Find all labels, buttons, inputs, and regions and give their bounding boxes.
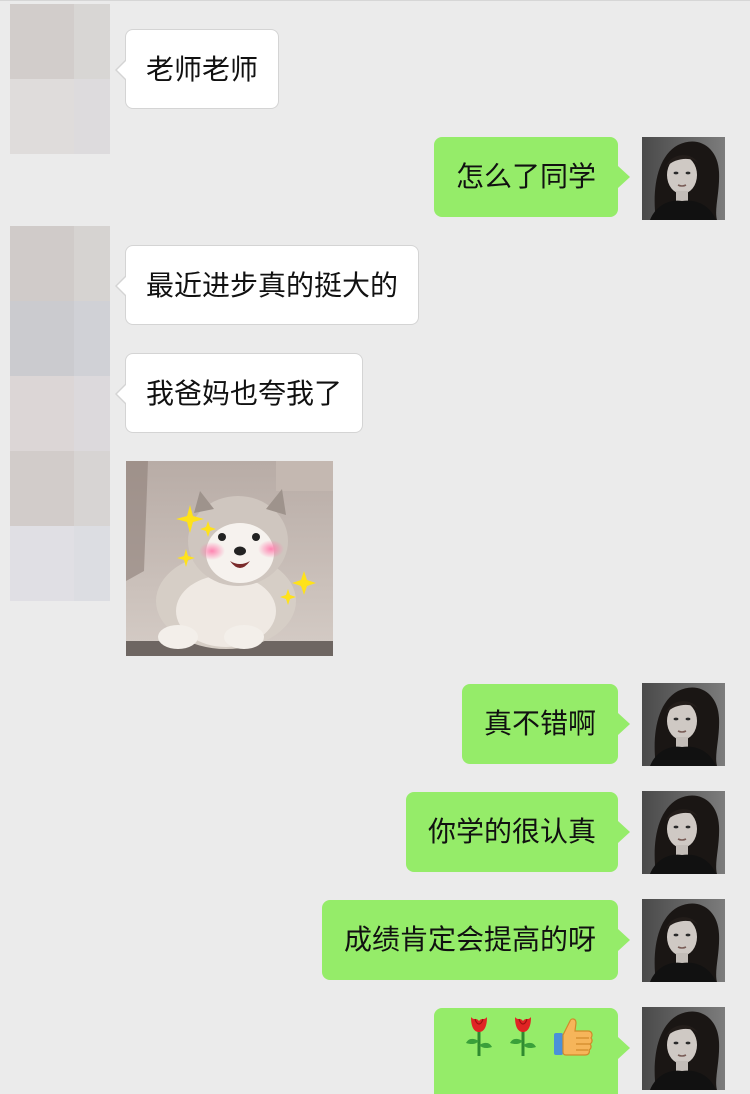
message-text: 最近进步真的挺大的 (146, 269, 399, 302)
message-text: 你学的很认真 (427, 815, 596, 848)
my-avatar[interactable] (642, 683, 725, 766)
thumbs-up-icon (552, 1008, 594, 1088)
outgoing-message[interactable]: 你学的很认真 (405, 792, 631, 872)
chat-window[interactable]: 老师老师 怎么了同学 最近进步真的挺大的 我爸妈也夸我了 真不错啊 你学的很认真… (0, 0, 750, 1094)
my-avatar[interactable] (642, 137, 725, 220)
sender-avatar-blurred[interactable] (10, 226, 110, 601)
outgoing-message[interactable]: 成绩肯定会提高的呀 (321, 900, 631, 980)
my-avatar[interactable] (642, 899, 725, 982)
message-text: 怎么了同学 (455, 160, 596, 193)
incoming-message[interactable]: 最近进步真的挺大的 (114, 245, 420, 325)
my-avatar[interactable] (642, 1007, 725, 1090)
puppy-sticker[interactable] (126, 461, 333, 656)
outgoing-message[interactable]: 怎么了同学 (433, 137, 631, 217)
outgoing-message[interactable]: 真不错啊 (461, 684, 631, 764)
message-text: 我爸妈也夸我了 (146, 377, 343, 410)
incoming-message[interactable]: 我爸妈也夸我了 (114, 353, 364, 433)
message-text: 老师老师 (146, 53, 259, 86)
rose-icon (508, 1008, 538, 1088)
my-avatar[interactable] (642, 791, 725, 874)
sender-avatar-blurred[interactable] (10, 4, 110, 154)
message-text: 成绩肯定会提高的呀 (343, 923, 596, 956)
message-text: 真不错啊 (483, 707, 596, 740)
rose-icon (464, 1008, 494, 1088)
incoming-message[interactable]: 老师老师 (114, 29, 280, 109)
outgoing-emoji-message[interactable] (434, 1008, 630, 1094)
